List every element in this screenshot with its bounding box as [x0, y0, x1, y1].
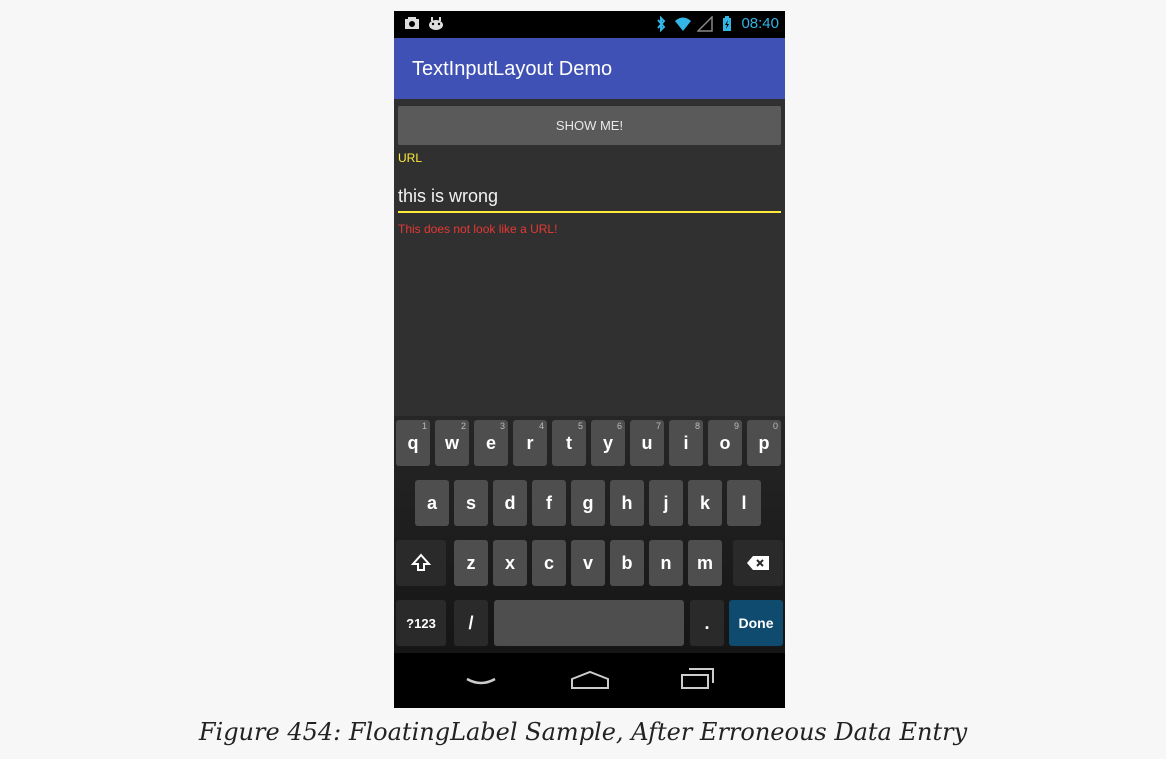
android-icon — [429, 17, 443, 30]
backspace-icon — [747, 556, 769, 570]
photo-icon — [405, 17, 419, 29]
done-key[interactable]: Done — [729, 600, 783, 646]
key-r[interactable]: r4 — [513, 420, 547, 466]
key-i[interactable]: i8 — [669, 420, 703, 466]
slash-key[interactable]: / — [454, 600, 488, 646]
key-c[interactable]: c — [532, 540, 566, 586]
key-k[interactable]: k — [688, 480, 722, 526]
space-bar[interactable] — [494, 600, 684, 646]
key-p[interactable]: p0 — [747, 420, 781, 466]
key-h[interactable]: h — [610, 480, 644, 526]
symbols-key[interactable]: ?123 — [396, 600, 446, 646]
key-t[interactable]: t5 — [552, 420, 586, 466]
figure-caption: Figure 454: FloatingLabel Sample, After … — [198, 718, 968, 746]
app-bar: TextInputLayout Demo — [394, 38, 785, 99]
url-floating-label: URL — [398, 151, 423, 165]
key-n[interactable]: n — [649, 540, 683, 586]
backspace-key[interactable] — [733, 540, 783, 586]
key-e[interactable]: e3 — [474, 420, 508, 466]
recents-icon[interactable] — [679, 667, 717, 691]
url-error-message: This does not look like a URL! — [398, 222, 558, 236]
shift-icon — [411, 553, 431, 571]
key-m[interactable]: m — [688, 540, 722, 586]
key-x[interactable]: x — [493, 540, 527, 586]
phone-screen: 08:40 TextInputLayout Demo SHOW ME! URL … — [394, 11, 785, 708]
battery-icon — [723, 15, 732, 31]
show-me-button[interactable]: SHOW ME! — [398, 106, 781, 145]
key-o[interactable]: o9 — [708, 420, 742, 466]
key-y[interactable]: y6 — [591, 420, 625, 466]
status-bar: 08:40 — [394, 11, 785, 38]
home-icon[interactable] — [569, 669, 611, 691]
key-u[interactable]: u7 — [630, 420, 664, 466]
key-q[interactable]: q1 — [396, 420, 430, 466]
app-title: TextInputLayout Demo — [412, 58, 613, 80]
key-s[interactable]: s — [454, 480, 488, 526]
key-w[interactable]: w2 — [435, 420, 469, 466]
key-f[interactable]: f — [532, 480, 566, 526]
key-a[interactable]: a — [415, 480, 449, 526]
key-j[interactable]: j — [649, 480, 683, 526]
soft-keyboard: q1 w2 e3 r4 t5 y6 u7 i8 o9 p0 a s d f g … — [394, 416, 785, 653]
navigation-bar — [394, 653, 785, 708]
status-time: 08:40 — [741, 15, 779, 32]
url-input[interactable] — [398, 181, 781, 213]
key-z[interactable]: z — [454, 540, 488, 586]
bluetooth-icon — [657, 15, 666, 32]
signal-icon — [697, 15, 714, 32]
wifi-icon — [675, 17, 692, 31]
shift-key[interactable] — [396, 540, 446, 586]
key-b[interactable]: b — [610, 540, 644, 586]
key-g[interactable]: g — [571, 480, 605, 526]
back-icon[interactable] — [464, 671, 498, 691]
key-l[interactable]: l — [727, 480, 761, 526]
period-key[interactable]: . — [690, 600, 724, 646]
key-d[interactable]: d — [493, 480, 527, 526]
key-v[interactable]: v — [571, 540, 605, 586]
